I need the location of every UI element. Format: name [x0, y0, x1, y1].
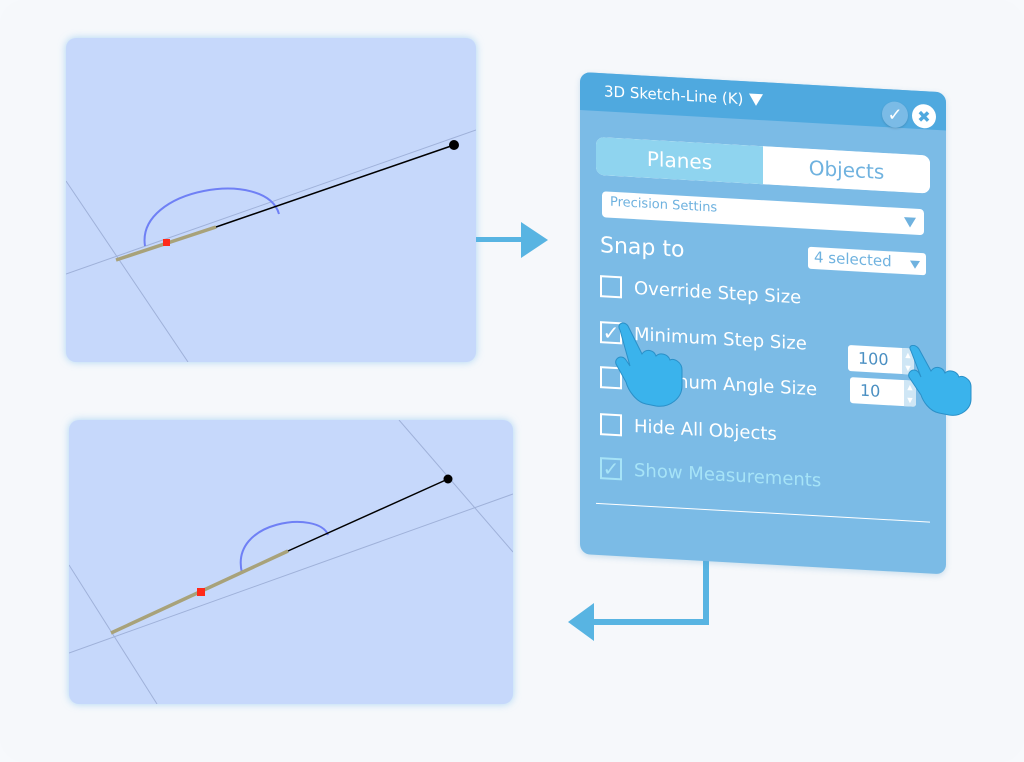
option-label: Override Step Size	[634, 277, 802, 308]
panel-divider	[596, 502, 930, 523]
option-minimum-angle-size[interactable]: Minimum Angle Size	[600, 366, 817, 400]
panel-body: 3D Sketch-Line (K) ✓ ✖ Planes Objects Pr…	[580, 72, 946, 575]
grid-line	[69, 564, 158, 704]
scene-before	[66, 129, 476, 362]
tab-planes[interactable]: Planes	[596, 136, 763, 185]
option-label: Minimum Angle Size	[634, 368, 818, 400]
end-point	[443, 474, 453, 484]
option-override-step-size[interactable]: Override Step Size	[600, 275, 801, 308]
option-label: Show Measurements	[634, 459, 822, 491]
checkbox-unchecked[interactable]	[600, 366, 622, 390]
sketch-line	[215, 144, 455, 228]
chevron-down-icon	[910, 260, 920, 270]
precision-settings-dropdown[interactable]: Precision Settins	[602, 191, 924, 236]
option-show-measurements: ✓ Show Measurements	[600, 456, 822, 491]
viewport-after[interactable]	[69, 420, 513, 704]
snap-to-select[interactable]: 4 selected	[808, 246, 926, 276]
arrow-up-icon[interactable]: ▲	[905, 351, 910, 359]
tab-bar: Planes Objects	[596, 136, 930, 194]
grid-line	[69, 493, 513, 654]
snap-point	[163, 239, 170, 246]
caret-down-icon	[749, 93, 764, 107]
step-size-value: 100	[858, 348, 889, 370]
grid-line	[66, 180, 189, 362]
arrow-down-icon[interactable]: ▼	[905, 364, 910, 372]
checkmark-icon: ✓	[887, 103, 903, 126]
panel-title[interactable]: 3D Sketch-Line (K)	[604, 82, 764, 109]
angle-size-value: 10	[860, 380, 881, 401]
snap-to-label: Snap to	[600, 233, 685, 263]
spinner-arrows[interactable]: ▲ ▼	[902, 348, 914, 375]
scene-after	[69, 420, 513, 704]
checkmark-icon: ✓	[602, 320, 620, 346]
checkbox-unchecked[interactable]	[600, 413, 622, 437]
arrow-down-icon[interactable]: ▼	[907, 396, 912, 404]
viewport-before[interactable]	[66, 38, 476, 362]
confirm-button[interactable]: ✓	[882, 100, 908, 129]
close-button[interactable]: ✖	[912, 103, 936, 129]
checkbox-unchecked[interactable]	[600, 275, 622, 299]
chevron-down-icon	[904, 217, 916, 228]
option-label: Minimum Step Size	[634, 323, 807, 355]
snap-point	[197, 588, 205, 596]
panel-title-text: 3D Sketch-Line (K)	[604, 82, 744, 109]
step-size-spinner[interactable]: 100 ▲ ▼	[848, 344, 914, 375]
precision-settings-value: Precision Settins	[610, 194, 718, 216]
checkbox-checked-disabled: ✓	[600, 456, 622, 482]
snap-to-value: 4 selected	[814, 248, 892, 271]
sketch-line-panel: 3D Sketch-Line (K) ✓ ✖ Planes Objects Pr…	[580, 72, 948, 598]
angle-size-spinner[interactable]: 10 ▲ ▼	[850, 377, 916, 407]
close-icon: ✖	[917, 106, 931, 127]
arrow-up-icon[interactable]: ▲	[907, 383, 912, 391]
checkbox-checked[interactable]: ✓	[600, 320, 622, 346]
end-point	[449, 140, 459, 150]
option-minimum-step-size[interactable]: ✓ Minimum Step Size	[600, 320, 807, 355]
option-hide-all-objects[interactable]: Hide All Objects	[600, 413, 777, 445]
sketch-line	[287, 478, 449, 552]
tab-objects[interactable]: Objects	[763, 146, 930, 194]
option-label: Hide All Objects	[634, 415, 777, 445]
angle-arc	[143, 187, 280, 247]
spinner-arrows[interactable]: ▲ ▼	[904, 380, 916, 407]
grid-line	[398, 420, 513, 553]
checkmark-icon: ✓	[602, 456, 620, 482]
